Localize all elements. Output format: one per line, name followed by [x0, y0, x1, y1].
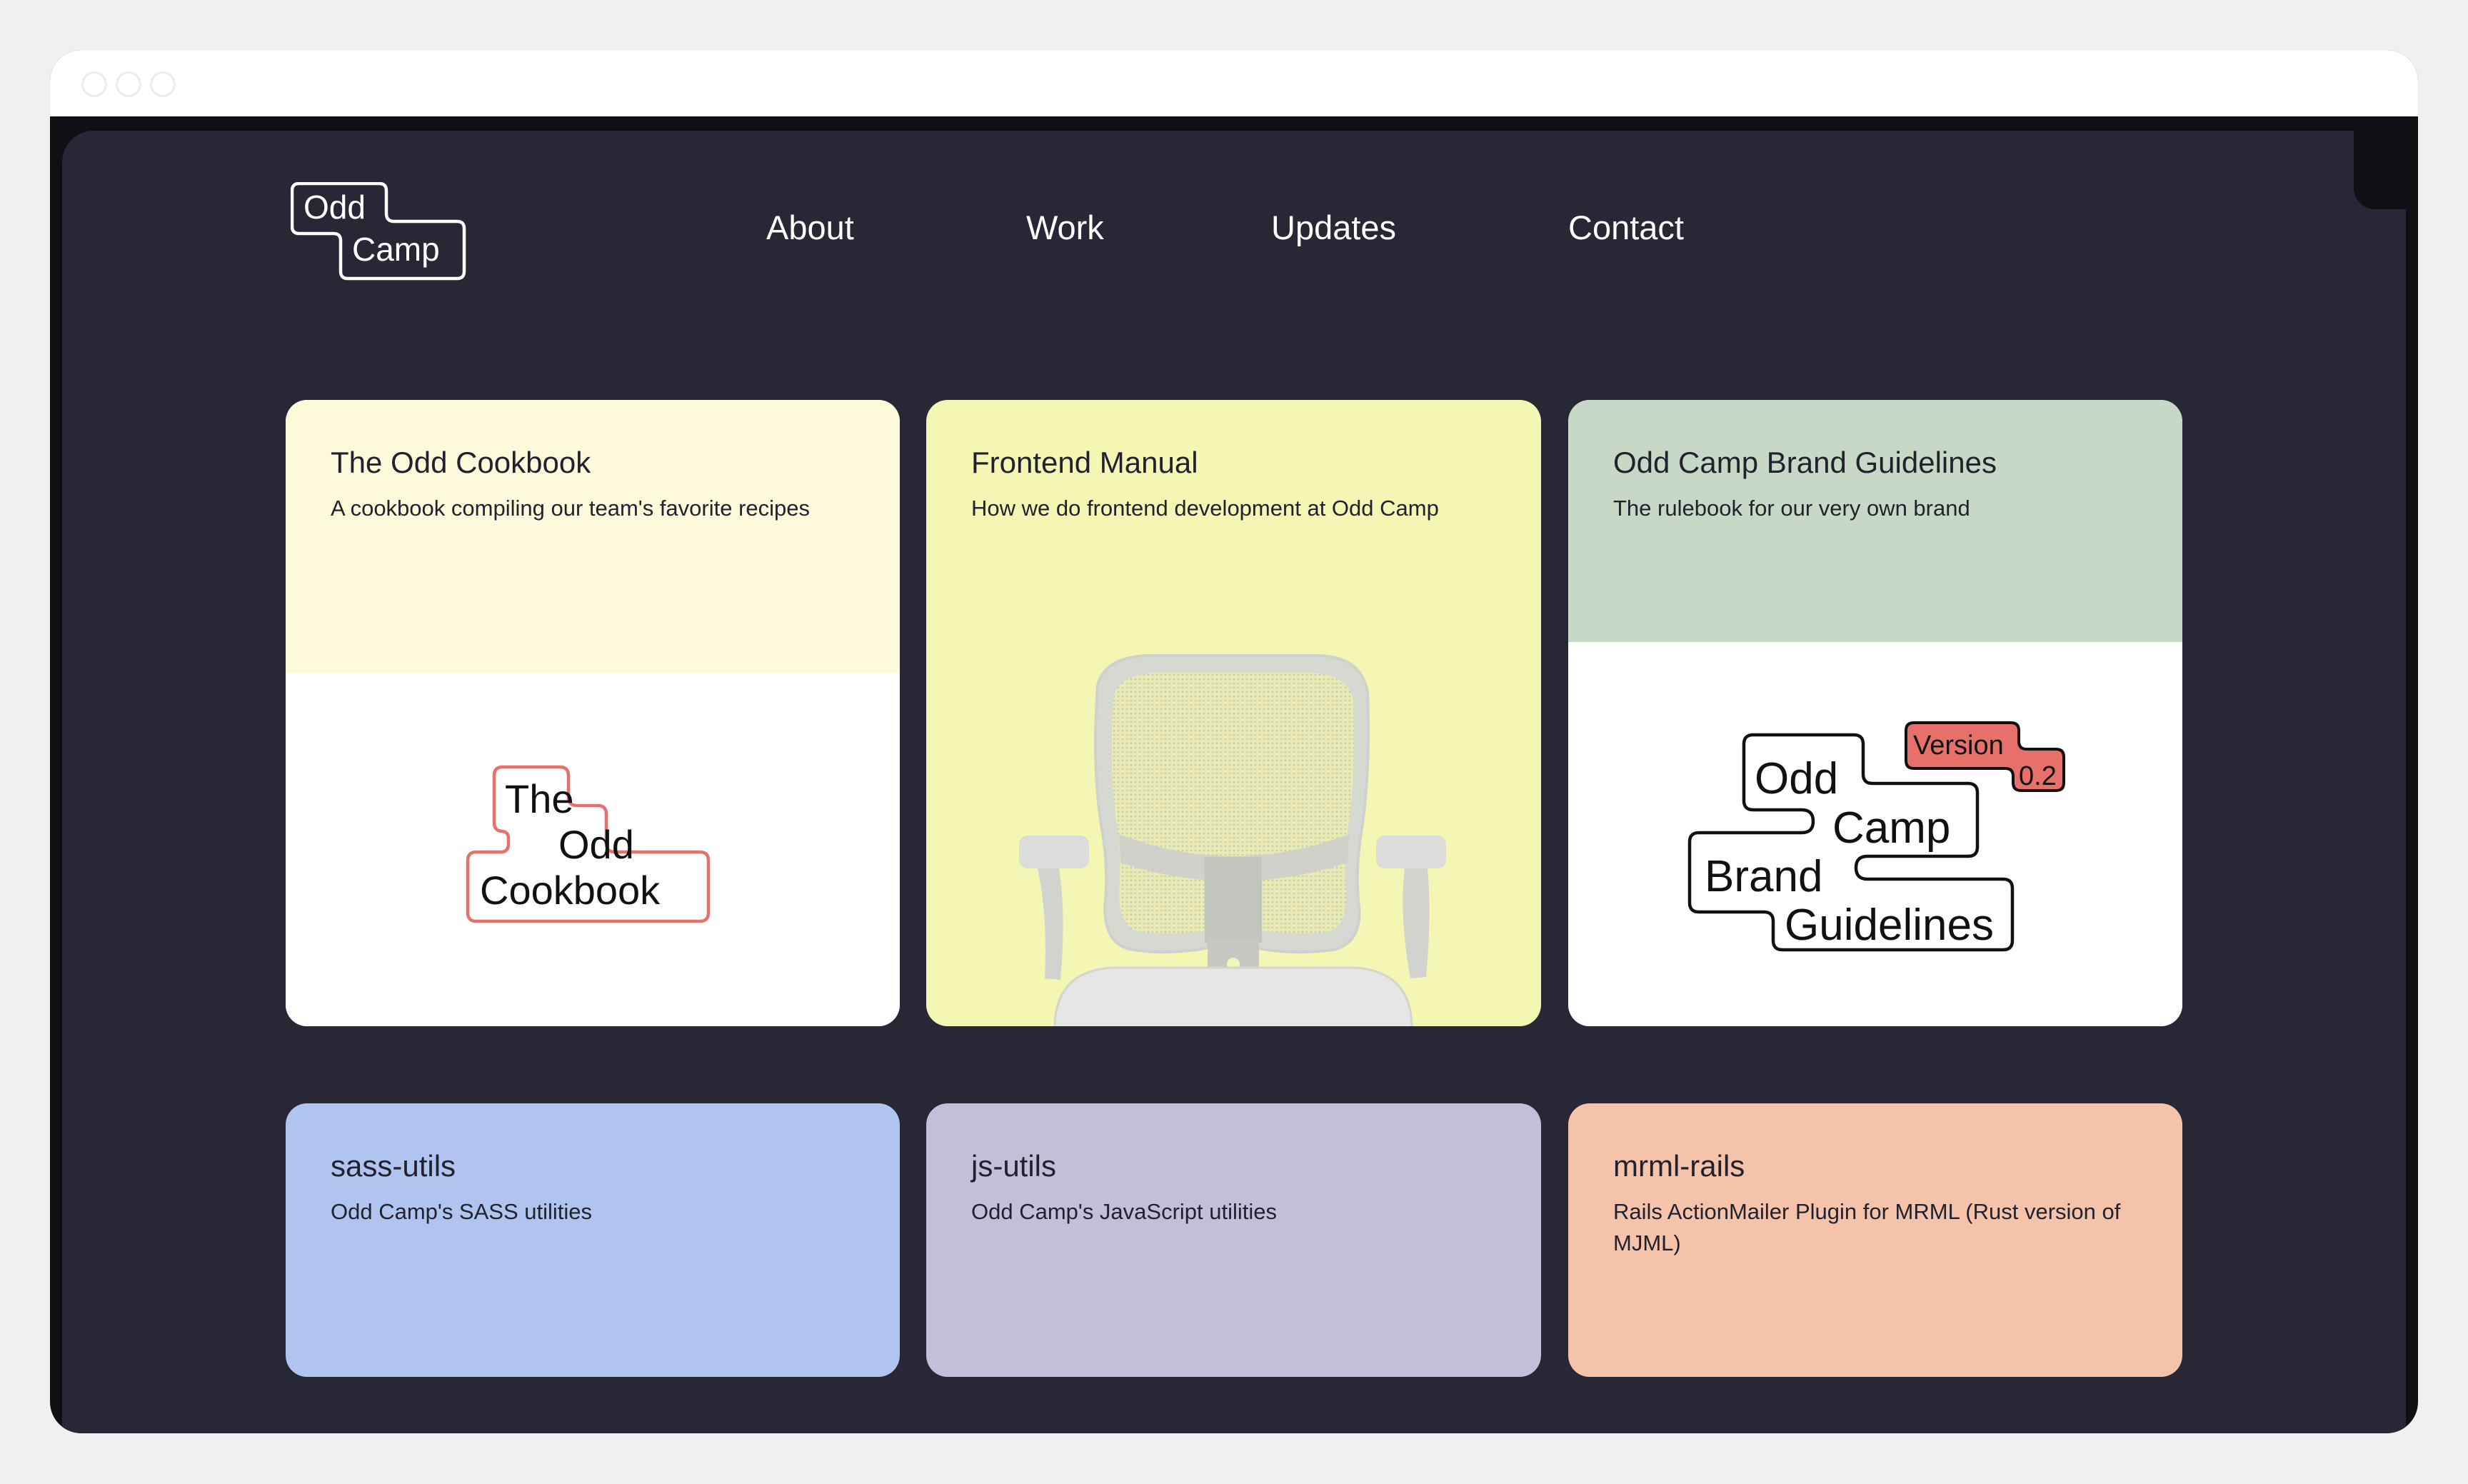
- cookbook-logo-icon: The Odd Cookbook: [466, 765, 711, 923]
- logo-line2: Camp: [352, 231, 440, 268]
- brand-logo-line1: Odd: [1755, 754, 1838, 803]
- card-title: js-utils: [971, 1149, 1057, 1183]
- brand-logo-line2: Camp: [1832, 803, 1950, 853]
- card-description: Odd Camp's SASS utilities: [331, 1199, 593, 1224]
- office-chair-image: [1019, 654, 1446, 1026]
- card-title: Frontend Manual: [971, 446, 1198, 479]
- minimize-window-button[interactable]: [116, 71, 141, 97]
- card-title: mrml-rails: [1613, 1149, 1745, 1183]
- card-description: Rails ActionMailer Plugin for MRML (Rust…: [1613, 1199, 2121, 1255]
- project-card-brand-guidelines[interactable]: Odd Camp Brand Guidelines The rulebook f…: [1568, 400, 2182, 1026]
- brand-guidelines-logo-icon: Version 0.2 Odd Camp Brand Guidelines: [1687, 721, 2065, 952]
- page-viewport: Odd Camp About Work Updates Contact The …: [62, 131, 2406, 1433]
- cookbook-logo-line1: The: [505, 776, 574, 821]
- nav-about[interactable]: About: [766, 208, 854, 247]
- nav-updates[interactable]: Updates: [1271, 208, 1396, 247]
- browser-window: Odd Camp About Work Updates Contact The …: [50, 50, 2418, 1433]
- cookbook-logo-line3: Cookbook: [480, 868, 661, 913]
- nav-work[interactable]: Work: [1026, 208, 1104, 247]
- card-description: How we do frontend development at Odd Ca…: [971, 496, 1439, 521]
- logo-outline-icon: Odd Camp: [290, 181, 466, 281]
- card-media: The Odd Cookbook: [286, 673, 900, 1026]
- project-card-sass-utils[interactable]: sass-utils Odd Camp's SASS utilities: [286, 1103, 900, 1377]
- project-card-odd-cookbook[interactable]: The Odd Cookbook A cookbook compiling ou…: [286, 400, 900, 1026]
- card-description: Odd Camp's JavaScript utilities: [971, 1199, 1278, 1224]
- card-description: A cookbook compiling our team's favorite…: [331, 496, 811, 521]
- browser-titlebar: [50, 50, 2418, 116]
- card-description: The rulebook for our very own brand: [1613, 496, 1970, 521]
- brand-logo-line3: Brand: [1705, 852, 1822, 901]
- version-badge-label: Version: [1913, 731, 2004, 761]
- card-title: The Odd Cookbook: [331, 446, 591, 479]
- maximize-window-button[interactable]: [150, 71, 176, 97]
- odd-camp-logo[interactable]: Odd Camp: [290, 181, 469, 282]
- version-badge-number: 0.2: [2019, 761, 2057, 791]
- panel-corner-notch: [2354, 131, 2406, 209]
- close-window-button[interactable]: [81, 71, 107, 97]
- card-title: Odd Camp Brand Guidelines: [1613, 446, 1997, 479]
- card-media: Version 0.2 Odd Camp Brand Guidelines: [1568, 642, 2182, 1026]
- nav-contact[interactable]: Contact: [1568, 208, 1684, 247]
- card-header: [286, 400, 900, 673]
- project-card-frontend-manual[interactable]: Frontend Manual How we do frontend devel…: [926, 400, 1541, 1026]
- card-title: sass-utils: [331, 1149, 456, 1183]
- cookbook-logo-line2: Odd: [558, 822, 634, 867]
- project-card-mrml-rails[interactable]: mrml-rails Rails ActionMailer Plugin for…: [1568, 1103, 2182, 1377]
- brand-logo-line4: Guidelines: [1785, 901, 1994, 950]
- logo-line1: Odd: [304, 189, 366, 226]
- project-card-js-utils[interactable]: js-utils Odd Camp's JavaScript utilities: [926, 1103, 1541, 1377]
